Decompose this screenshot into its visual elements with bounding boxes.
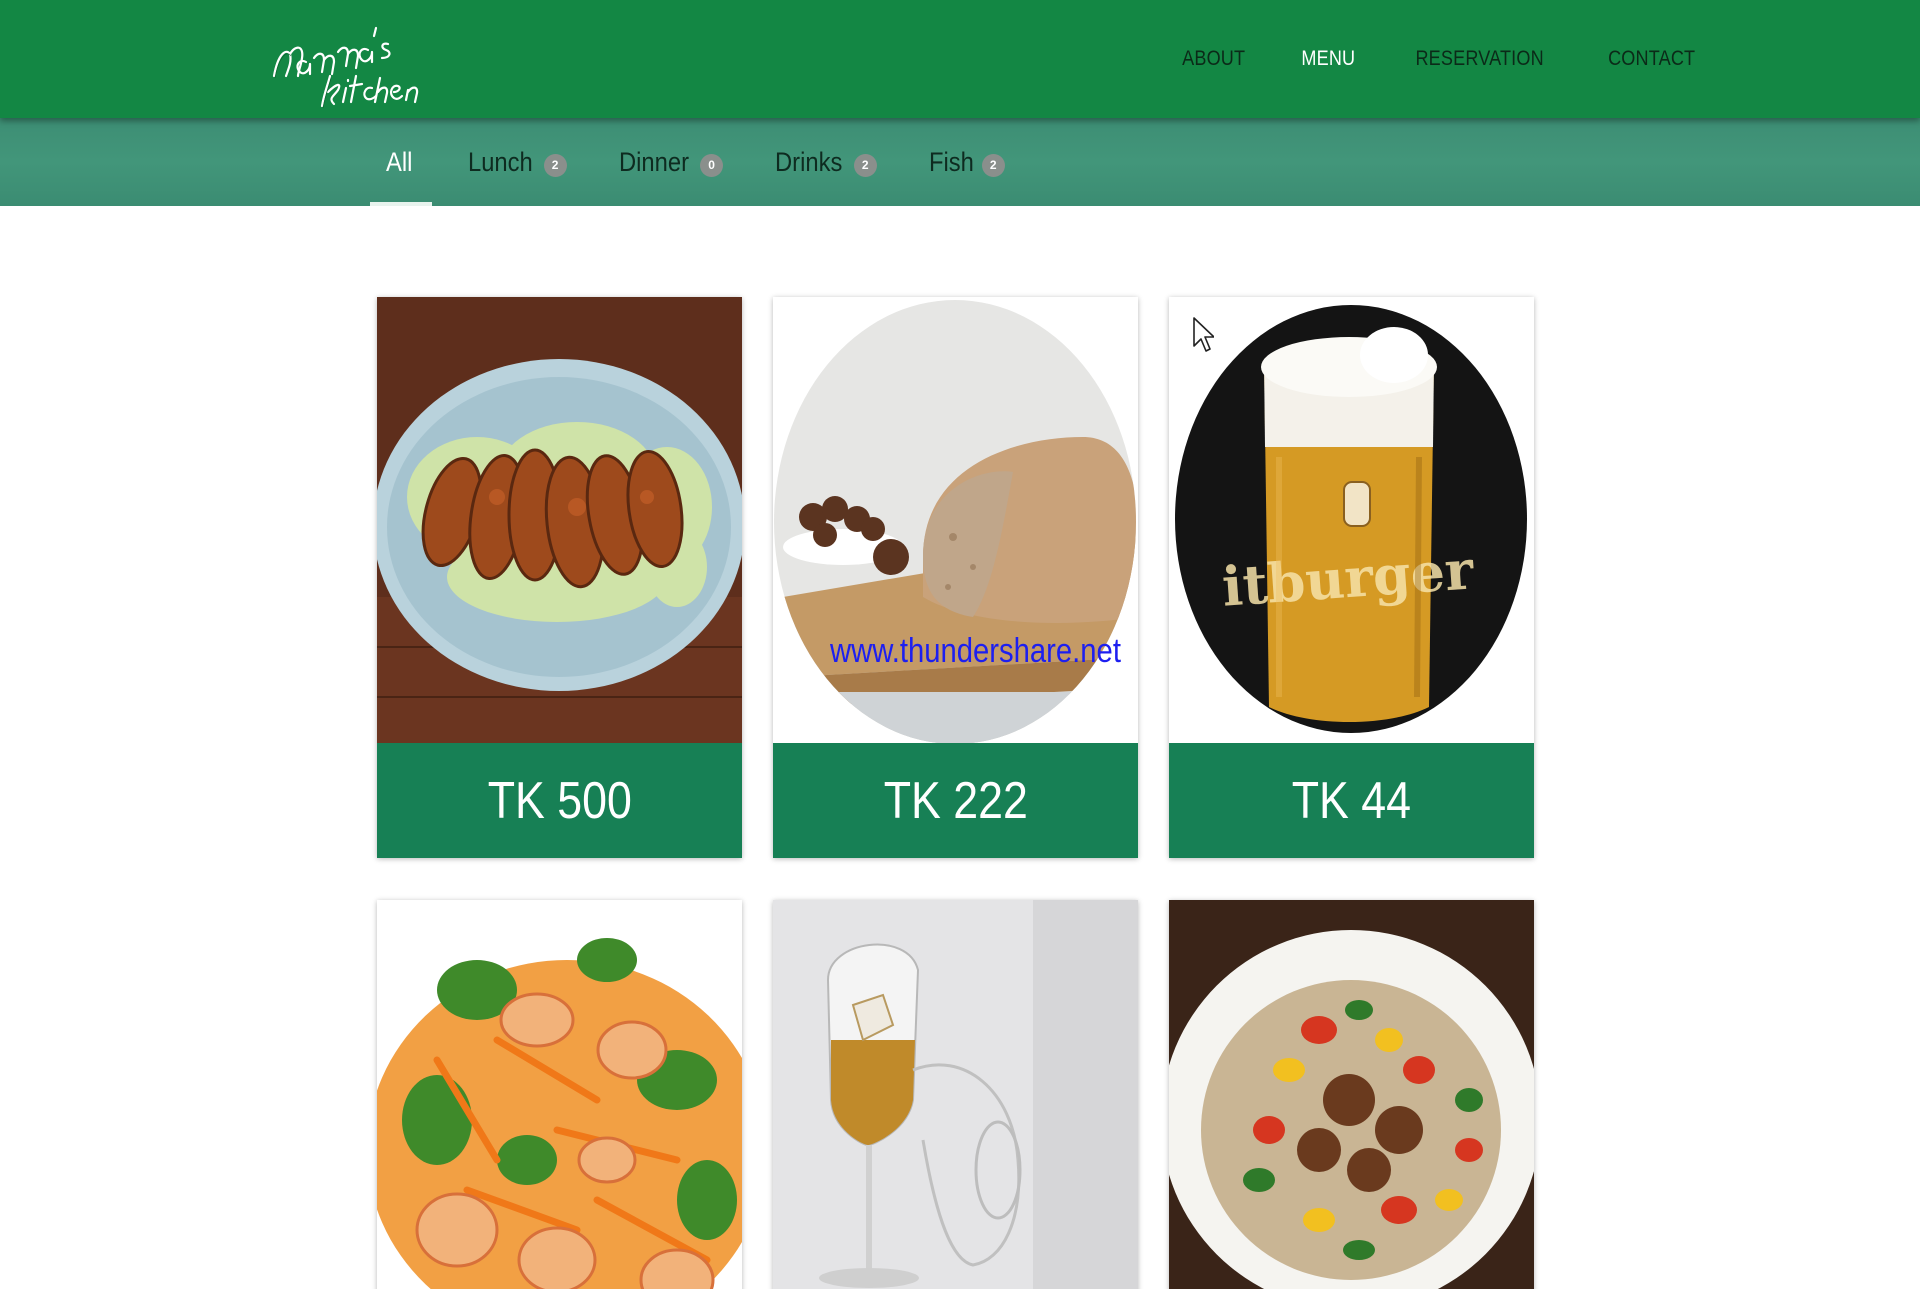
price-bar: TK 44 bbox=[1169, 743, 1534, 858]
price-bar: TK 222 bbox=[773, 743, 1138, 858]
brand-logo[interactable] bbox=[268, 14, 428, 110]
menu-card[interactable] bbox=[377, 900, 742, 1289]
tab-label: All bbox=[386, 146, 413, 177]
tab-dinner[interactable]: Dinner 0 bbox=[603, 118, 740, 206]
mouse-pointer-icon bbox=[1193, 317, 1214, 352]
price-label: TK 222 bbox=[883, 771, 1028, 830]
count-badge: 2 bbox=[543, 153, 567, 177]
whiskey-glass-image bbox=[773, 900, 1138, 1289]
tab-all[interactable]: All bbox=[370, 118, 433, 206]
menu-card[interactable] bbox=[1169, 900, 1534, 1289]
filter-tabs: All Lunch 2 Dinner 0 Drinks 2 Fish 2 bbox=[370, 118, 1041, 206]
top-navbar: ABOUT MENU RESERVATION CONTACT bbox=[0, 0, 1920, 118]
tab-label: Drinks bbox=[775, 146, 843, 177]
count-badge: 0 bbox=[700, 153, 724, 177]
shrimp-salad-image bbox=[377, 900, 742, 1289]
tab-lunch[interactable]: Lunch 2 bbox=[452, 118, 583, 206]
main-nav: ABOUT MENU RESERVATION CONTACT bbox=[1177, 0, 1702, 118]
nav-link-about[interactable]: ABOUT bbox=[1183, 47, 1246, 71]
price-label: TK 44 bbox=[1291, 771, 1412, 830]
menu-card[interactable] bbox=[773, 900, 1138, 1289]
tab-fish[interactable]: Fish 2 bbox=[913, 118, 1021, 206]
vegetable-bowl-image bbox=[1169, 900, 1534, 1289]
watermark-text: www.thundershare.net bbox=[830, 632, 1121, 670]
nav-link-contact[interactable]: CONTACT bbox=[1608, 47, 1695, 71]
tab-drinks[interactable]: Drinks 2 bbox=[759, 118, 893, 206]
nav-link-reservation[interactable]: RESERVATION bbox=[1416, 47, 1544, 71]
tab-label: Lunch bbox=[468, 146, 533, 177]
mammas-kitchen-logo-icon bbox=[272, 26, 419, 109]
tab-label: Fish bbox=[928, 146, 974, 177]
price-bar: TK 500 bbox=[377, 743, 742, 858]
menu-grid: TK 500 TK 222 itburger TK 44 bbox=[377, 297, 1534, 1289]
bread-loaf-image bbox=[773, 297, 1138, 743]
beer-glass-image: itburger bbox=[1169, 297, 1534, 743]
menu-card[interactable]: TK 222 bbox=[773, 297, 1138, 858]
price-label: TK 500 bbox=[487, 771, 632, 830]
menu-card[interactable]: TK 500 bbox=[377, 297, 742, 858]
nav-link-menu[interactable]: MENU bbox=[1301, 47, 1355, 71]
count-badge: 2 bbox=[981, 153, 1005, 177]
count-badge: 2 bbox=[853, 153, 877, 177]
grilled-meat-plate-image bbox=[377, 297, 742, 743]
tab-label: Dinner bbox=[618, 146, 689, 177]
menu-filter-bar: All Lunch 2 Dinner 0 Drinks 2 Fish 2 bbox=[0, 118, 1920, 206]
menu-card[interactable]: itburger TK 44 bbox=[1169, 297, 1534, 858]
